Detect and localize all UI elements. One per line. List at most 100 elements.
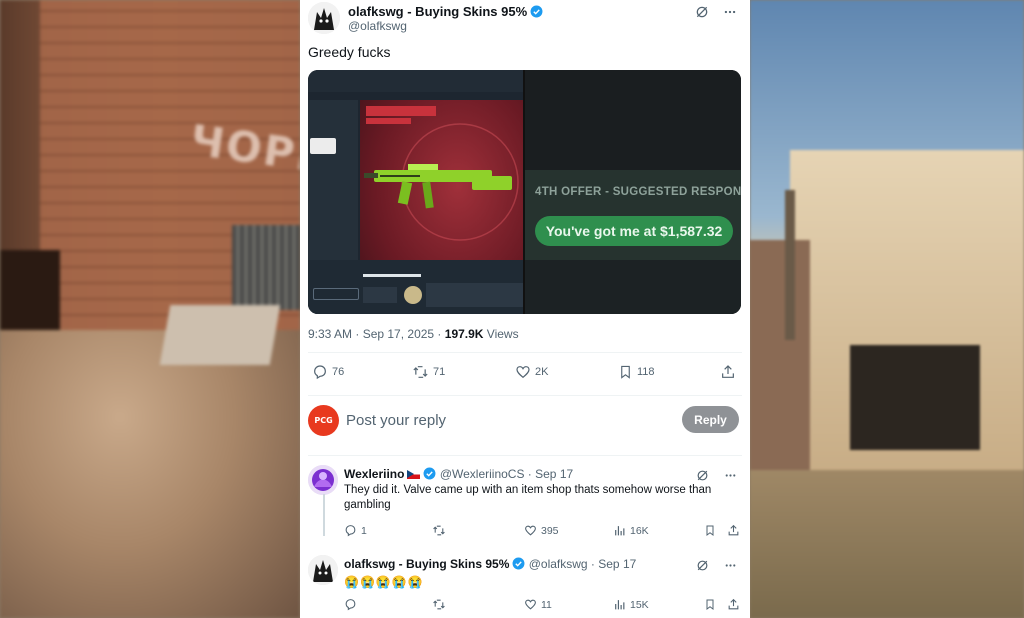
- heart-icon: [516, 366, 530, 379]
- divider: [308, 395, 742, 396]
- user-avatar[interactable]: PCG: [308, 405, 339, 436]
- reply-action[interactable]: 1: [344, 524, 367, 537]
- reply-header-actions: [694, 557, 738, 573]
- reply-input[interactable]: Post your reply: [346, 412, 446, 429]
- repost-count: 71: [433, 366, 446, 378]
- lower-dark-area: [525, 260, 741, 314]
- verified-badge-icon: [530, 5, 543, 18]
- reply-tweet[interactable]: Wexleriino @WexleriinoCS · Sep 17 They d…: [308, 465, 742, 545]
- reply-author-line: olafkswg - Buying Skins 95% @olafkswg · …: [344, 557, 636, 571]
- game-button: [313, 288, 359, 300]
- coin-icon: [404, 286, 422, 304]
- collection-panel: [426, 283, 523, 307]
- dark-opening: [850, 345, 980, 450]
- views-chart-icon: [615, 600, 625, 610]
- reply-button[interactable]: Reply: [682, 406, 739, 433]
- concrete-block: [159, 305, 281, 365]
- tweet-text: Greedy fucks: [308, 44, 391, 60]
- ground: [750, 470, 1024, 618]
- display-name[interactable]: olafkswg - Buying Skins 95%: [348, 4, 527, 19]
- reply-header-actions: [694, 467, 738, 483]
- progress-bar: [363, 274, 421, 277]
- repost-icon: [433, 525, 445, 536]
- views-action[interactable]: 16K: [613, 524, 649, 537]
- game-topbar: [308, 70, 523, 92]
- share-action[interactable]: [727, 524, 740, 537]
- tweet-media[interactable]: 4TH OFFER - SUGGESTED RESPON You've got …: [308, 70, 741, 314]
- reply-text: They did it. Valve came up with an item …: [344, 484, 712, 511]
- like-count: 11: [541, 598, 552, 611]
- views-chart-icon: [615, 526, 625, 536]
- divider: [308, 352, 742, 353]
- grok-icon[interactable]: [694, 467, 710, 483]
- more-options-icon[interactable]: [722, 4, 738, 20]
- like-action[interactable]: 11: [524, 598, 552, 611]
- bookmark-icon: [621, 365, 630, 379]
- verified-badge-icon: [424, 467, 436, 480]
- views-count: 197.9K: [444, 327, 484, 341]
- like-action[interactable]: 2K: [515, 364, 548, 380]
- handle-and-date[interactable]: @WexleriinoCS · Sep 17: [440, 467, 573, 481]
- thread-line: [323, 494, 325, 536]
- reply-count: 1: [361, 524, 367, 537]
- reply-emoji-text: 😭😭😭😭😭: [344, 575, 424, 589]
- reply-count: 76: [332, 366, 345, 378]
- red-label: [366, 106, 436, 116]
- offer-pill: You've got me at $1,587.32: [535, 216, 733, 246]
- reply-icon: [345, 525, 356, 537]
- media-image-right[interactable]: 4TH OFFER - SUGGESTED RESPON You've got …: [525, 70, 741, 314]
- grok-icon[interactable]: [694, 4, 710, 20]
- bookmark-action[interactable]: [704, 598, 716, 611]
- bookmark-action[interactable]: 118: [618, 364, 655, 380]
- rubble-pile: [0, 330, 300, 618]
- media-image-left[interactable]: [308, 70, 523, 314]
- avatar[interactable]: [308, 465, 338, 495]
- repost-action[interactable]: 71: [412, 364, 445, 380]
- reply-action[interactable]: 76: [312, 364, 344, 380]
- timestamp[interactable]: 9:33 AM · Sep 17, 2025 ·: [308, 327, 445, 341]
- red-label-small: [366, 118, 411, 124]
- reply-actions: 1 395 16K: [344, 524, 742, 540]
- reply-icon: [314, 365, 326, 380]
- reply-composer: PCG Post your reply Reply: [308, 402, 742, 440]
- display-name[interactable]: Wexleriino: [344, 467, 404, 481]
- metal-gate: [232, 225, 300, 310]
- views-action[interactable]: 15K: [613, 598, 649, 611]
- offer-heading: 4TH OFFER - SUGGESTED RESPON: [535, 186, 741, 198]
- share-icon: [728, 598, 739, 610]
- display-name[interactable]: olafkswg - Buying Skins 95%: [344, 557, 509, 571]
- repost-action[interactable]: [432, 524, 450, 537]
- reply-tweet[interactable]: olafkswg - Buying Skins 95% @olafkswg · …: [308, 555, 742, 618]
- repost-icon: [433, 599, 445, 610]
- tweet-meta: 9:33 AM · Sep 17, 2025 · 197.9K Views: [308, 327, 519, 341]
- views-label: Views: [483, 327, 519, 341]
- tweet-header: olafkswg - Buying Skins 95% @olafkswg: [308, 2, 742, 36]
- heart-icon: [525, 525, 536, 536]
- share-action[interactable]: [720, 364, 736, 380]
- reply-action[interactable]: [344, 598, 361, 611]
- heart-icon: [525, 599, 536, 610]
- handle[interactable]: @olafkswg: [348, 19, 407, 33]
- display-name-line[interactable]: olafkswg - Buying Skins 95%: [348, 4, 543, 19]
- game-side-button: [310, 138, 336, 154]
- more-options-icon[interactable]: [722, 557, 738, 573]
- like-action[interactable]: 395: [524, 524, 559, 537]
- bookmark-count: 118: [637, 366, 655, 378]
- offer-band: [525, 170, 741, 260]
- lamp-post: [785, 190, 795, 340]
- avatar[interactable]: [308, 555, 338, 585]
- share-action[interactable]: [727, 598, 740, 611]
- handle-and-date[interactable]: @olafkswg · Sep 17: [529, 557, 637, 571]
- background-right-scene: [750, 0, 1024, 618]
- grok-icon[interactable]: [694, 557, 710, 573]
- bookmark-icon: [706, 525, 714, 536]
- repost-action[interactable]: [432, 598, 450, 611]
- verified-badge-icon: [512, 557, 525, 570]
- bookmark-action[interactable]: [704, 524, 716, 537]
- repost-icon: [413, 366, 428, 378]
- dark-area: [525, 70, 741, 170]
- reply-author-line: Wexleriino @WexleriinoCS · Sep 17: [344, 467, 573, 481]
- more-options-icon[interactable]: [722, 467, 738, 483]
- avatar[interactable]: [308, 2, 340, 34]
- game-timer: [363, 287, 397, 303]
